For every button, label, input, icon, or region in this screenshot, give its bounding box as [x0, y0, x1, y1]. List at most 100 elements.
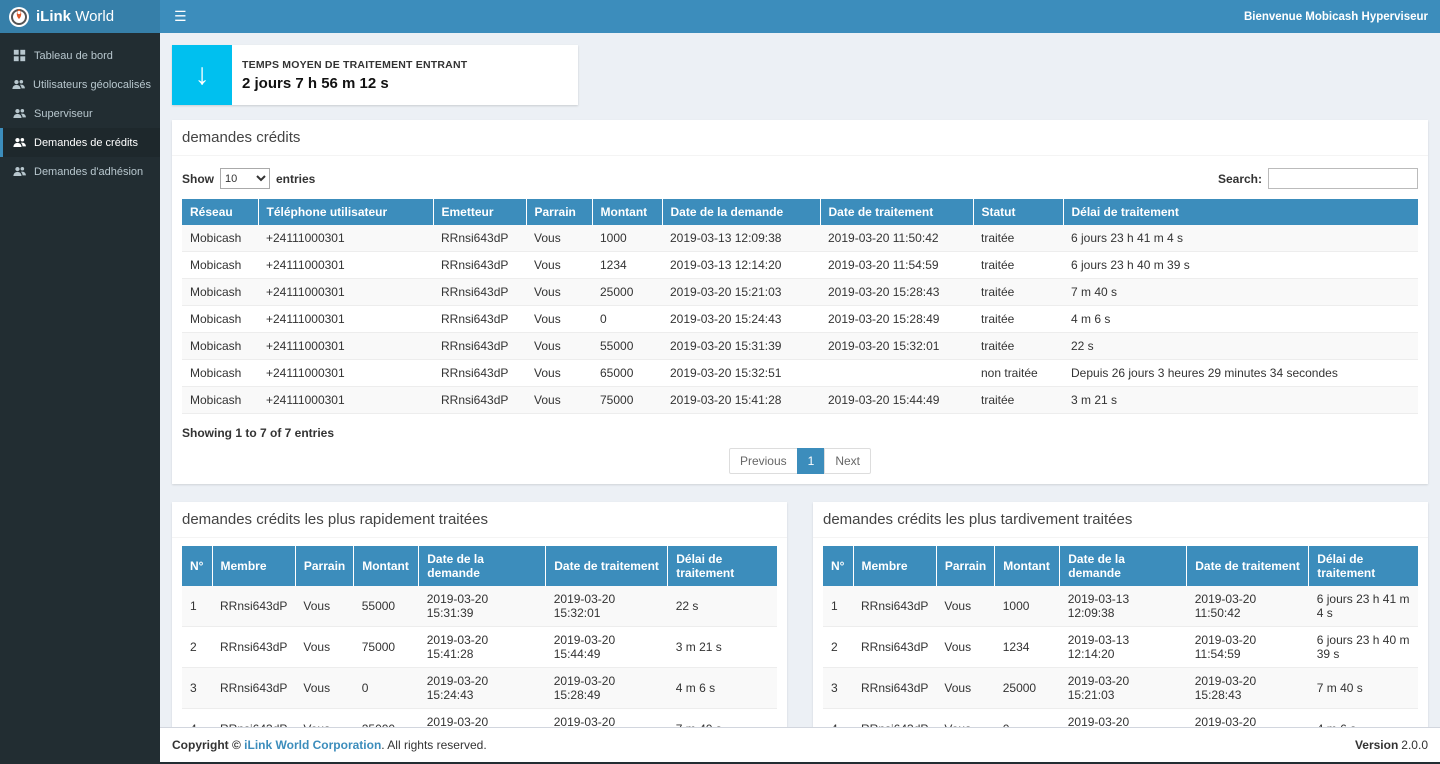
user-welcome[interactable]: Bienvenue Mobicash Hyperviseur [1244, 11, 1428, 23]
table-header: N°MembreParrainMontantDate de la demande… [823, 546, 1418, 586]
table-cell: 2019-03-20 15:28:43 [546, 709, 668, 728]
copyright-text: Copyright © iLink World Corporation. All… [172, 738, 487, 752]
column-header[interactable]: Date de traitement [820, 199, 973, 225]
table-cell: 2019-03-20 15:21:03 [419, 709, 546, 728]
column-header[interactable]: Parrain [936, 546, 994, 586]
column-header[interactable]: Délai de traitement [668, 546, 777, 586]
panel-title: demandes crédits les plus tardivement tr… [823, 511, 1418, 528]
table-cell: traitée [973, 306, 1063, 333]
table-cell: 6 jours 23 h 40 m 39 s [1063, 252, 1418, 279]
table-cell: 65000 [592, 360, 662, 387]
version-label: Version [1355, 738, 1398, 752]
table-cell: 2019-03-20 11:54:59 [1187, 627, 1309, 668]
version-value: 2.0.0 [1401, 738, 1428, 752]
table-cell: 2 [823, 627, 853, 668]
table-cell: 75000 [592, 387, 662, 414]
table-cell: Depuis 26 jours 3 heures 29 minutes 34 s… [1063, 360, 1418, 387]
table-row: 3RRnsi643dPVous250002019-03-20 15:21:032… [823, 668, 1418, 709]
credit-requests-table: RéseauTéléphone utilisateurEmetteurParra… [182, 199, 1418, 414]
users-icon [12, 78, 25, 91]
pagination-previous-button[interactable]: Previous [729, 448, 798, 474]
table-cell: RRnsi643dP [212, 586, 295, 627]
table-cell: traitée [973, 252, 1063, 279]
pagination-next-button[interactable]: Next [824, 448, 871, 474]
table-cell: Mobicash [182, 360, 258, 387]
column-header[interactable]: Statut [973, 199, 1063, 225]
sidebar-item-demandes-adhesion[interactable]: Demandes d'adhésion [0, 157, 160, 186]
users-icon [12, 107, 26, 120]
copyright-prefix: Copyright © [172, 738, 244, 752]
content-area: ↓ TEMPS MOYEN DE TRAITEMENT ENTRANT 2 jo… [160, 33, 1440, 727]
column-header[interactable]: Membre [212, 546, 295, 586]
column-header[interactable]: Parrain [526, 199, 592, 225]
table-cell: 2019-03-20 15:28:49 [1187, 709, 1309, 728]
table-cell: 25000 [592, 279, 662, 306]
column-header[interactable]: Date de traitement [1187, 546, 1309, 586]
column-header[interactable]: Montant [592, 199, 662, 225]
table-cell: Mobicash [182, 225, 258, 252]
panel-heading: demandes crédits les plus rapidement tra… [172, 502, 787, 538]
column-header[interactable]: Montant [995, 546, 1060, 586]
table-cell: 4 m 6 s [1309, 709, 1418, 728]
app-title: iLink World [36, 8, 114, 25]
table-row: Mobicash+24111000301RRnsi643dPVous650002… [182, 360, 1418, 387]
column-header[interactable]: N° [823, 546, 853, 586]
table-cell: RRnsi643dP [212, 709, 295, 728]
table-cell: RRnsi643dP [433, 225, 526, 252]
search-input[interactable] [1268, 168, 1418, 189]
show-entries-control: Show 10 entries [182, 168, 315, 189]
column-header[interactable]: Téléphone utilisateur [258, 199, 433, 225]
column-header[interactable]: Délai de traitement [1309, 546, 1418, 586]
show-entries-select[interactable]: 10 [220, 168, 270, 189]
table-cell: RRnsi643dP [433, 252, 526, 279]
sidebar-item-tableau-de-bord[interactable]: Tableau de bord [0, 41, 160, 70]
column-header[interactable]: N° [182, 546, 212, 586]
sidebar-toggle-button[interactable]: ☰ [160, 0, 201, 33]
table-cell: Mobicash [182, 387, 258, 414]
table-row: 4RRnsi643dPVous02019-03-20 15:24:432019-… [823, 709, 1418, 728]
table-cell: RRnsi643dP [853, 627, 936, 668]
table-cell: 2019-03-13 12:14:20 [662, 252, 820, 279]
column-header[interactable]: Membre [853, 546, 936, 586]
fastest-processed-table: N°MembreParrainMontantDate de la demande… [182, 546, 777, 727]
table-cell: Vous [526, 333, 592, 360]
table-cell: 1 [823, 586, 853, 627]
table-row: Mobicash+24111000301RRnsi643dPVous02019-… [182, 306, 1418, 333]
table-cell: 75000 [354, 627, 419, 668]
table-cell: +24111000301 [258, 360, 433, 387]
table-cell: 2019-03-20 15:31:39 [419, 586, 546, 627]
table-header-row: N°MembreParrainMontantDate de la demande… [182, 546, 777, 586]
column-header[interactable]: Parrain [295, 546, 353, 586]
table-cell: Vous [526, 252, 592, 279]
column-header[interactable]: Date de la demande [662, 199, 820, 225]
version-text: Version2.0.0 [1355, 738, 1428, 752]
table-cell: RRnsi643dP [212, 668, 295, 709]
table-cell: 1234 [592, 252, 662, 279]
column-header[interactable]: Date de la demande [1060, 546, 1187, 586]
table-cell: 2019-03-20 15:28:43 [1187, 668, 1309, 709]
column-header[interactable]: Date de la demande [419, 546, 546, 586]
company-link[interactable]: iLink World Corporation [244, 738, 381, 752]
avg-processing-time-infobox: ↓ TEMPS MOYEN DE TRAITEMENT ENTRANT 2 jo… [172, 45, 578, 105]
table-cell: 4 [823, 709, 853, 728]
sidebar-item-demandes-de-credits[interactable]: Demandes de crédits [0, 128, 160, 157]
table-cell: 2019-03-20 15:28:49 [546, 668, 668, 709]
column-header[interactable]: Date de traitement [546, 546, 668, 586]
column-header[interactable]: Réseau [182, 199, 258, 225]
sidebar-item-utilisateurs-geolocalises[interactable]: Utilisateurs géolocalisés [0, 70, 160, 99]
table-cell: 3 [182, 668, 212, 709]
table-cell: RRnsi643dP [853, 709, 936, 728]
column-header[interactable]: Montant [354, 546, 419, 586]
table-cell: +24111000301 [258, 387, 433, 414]
sidebar-item-superviseur[interactable]: Superviseur [0, 99, 160, 128]
infobox-title: TEMPS MOYEN DE TRAITEMENT ENTRANT [242, 59, 467, 71]
table-cell [820, 360, 973, 387]
pagination: Previous 1 Next [182, 448, 1418, 474]
column-header[interactable]: Délai de traitement [1063, 199, 1418, 225]
app-logo[interactable]: iLink World [0, 0, 160, 33]
table-cell: Mobicash [182, 279, 258, 306]
down-arrow-icon: ↓ [172, 45, 232, 105]
column-header[interactable]: Emetteur [433, 199, 526, 225]
sidebar: iLink World Tableau de bord Utilisateurs… [0, 0, 160, 762]
pagination-page-1-button[interactable]: 1 [797, 448, 826, 474]
